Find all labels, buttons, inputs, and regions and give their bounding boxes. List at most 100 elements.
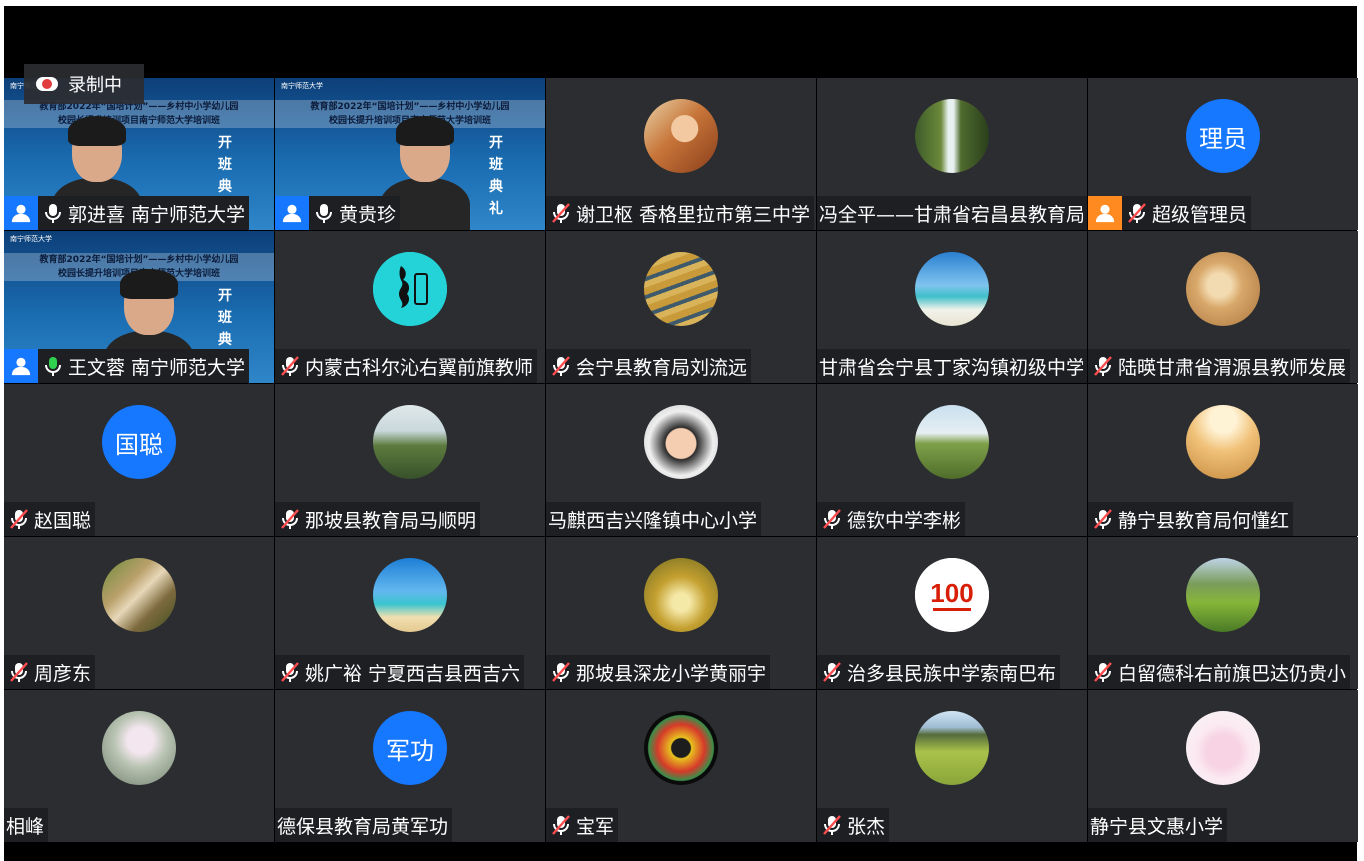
- sketch-portrait-avatar: [1186, 252, 1260, 326]
- recording-label: 录制中: [68, 75, 122, 96]
- cartoon-snail-avatar: [1186, 711, 1260, 785]
- mic-icon: [42, 201, 64, 225]
- participant-name: 甘肃省会宁县丁家沟镇初级中学: [819, 356, 1083, 379]
- participant-nameplate: 姚广裕 宁夏西吉县西吉六: [275, 655, 525, 689]
- participant-tile[interactable]: 谢卫枢 香格里拉市第三中学: [546, 78, 816, 230]
- stream-avatar: [102, 558, 176, 632]
- meadow-avatar: [1186, 558, 1260, 632]
- mic-muted-icon: [1092, 354, 1114, 378]
- participant-tile[interactable]: 内蒙古科尔沁右翼前旗教师: [275, 231, 545, 383]
- participant-tile[interactable]: 静宁县教育局何懂红: [1088, 384, 1358, 536]
- participant-tile[interactable]: 那坡县深龙小学黄丽宇: [546, 537, 816, 689]
- video-side-text: 开班典礼: [489, 135, 503, 217]
- rice-field-avatar: [915, 711, 989, 785]
- user-icon: [4, 196, 38, 230]
- participant-name: 宝军: [576, 815, 615, 838]
- participant-name: 周彦东: [34, 662, 92, 685]
- participant-nameplate: 马麒西吉兴隆镇中心小学: [546, 502, 762, 536]
- meeting-window: 录制中 南宁师范大学教育部2022年“国培计划”——乡村中小学幼儿园校园长提升培…: [4, 6, 1358, 861]
- mic-icon: [42, 354, 64, 378]
- grassland-avatar: [915, 405, 989, 479]
- mic-muted-icon: [821, 507, 843, 531]
- participant-tile[interactable]: 宝军: [546, 690, 816, 842]
- mountain-village-avatar: [373, 405, 447, 479]
- participant-name: 德保县教育局黄军功: [277, 815, 449, 838]
- participant-name: 白留德科右前旗巴达仍贵小: [1118, 662, 1347, 685]
- waterfall-avatar: [915, 99, 989, 173]
- avatar-initials: 理员: [1186, 99, 1260, 173]
- participant-name: 郭进喜 南宁师范大学: [68, 203, 246, 226]
- mic-muted-icon: [1092, 660, 1114, 684]
- participant-tile[interactable]: 甘肃省会宁县丁家沟镇初级中学: [817, 231, 1087, 383]
- participant-nameplate: 黄贵珍: [275, 196, 401, 230]
- mic-muted-icon: [8, 660, 30, 684]
- mic-muted-icon: [821, 813, 843, 837]
- participant-name: 冯全平——甘肃省宕昌县教育局: [819, 203, 1083, 226]
- participant-tile[interactable]: 马麒西吉兴隆镇中心小学: [546, 384, 816, 536]
- participant-tile[interactable]: 静宁县文惠小学: [1088, 690, 1358, 842]
- participant-tile[interactable]: 南宁师范大学教育部2022年“国培计划”——乡村中小学幼儿园校园长提升培训项目南…: [275, 78, 545, 230]
- recording-indicator[interactable]: 录制中: [24, 64, 144, 104]
- participant-nameplate: 谢卫枢 香格里拉市第三中学: [546, 196, 815, 230]
- participant-nameplate: 宝军: [546, 808, 619, 842]
- mic-muted-icon: [550, 660, 572, 684]
- participant-tile[interactable]: 会宁县教育局刘流远: [546, 231, 816, 383]
- autumn-road-avatar: [644, 558, 718, 632]
- participant-nameplate: 张杰: [817, 808, 890, 842]
- participant-nameplate: 相峰: [4, 808, 49, 842]
- participant-nameplate: 静宁县教育局何懂红: [1088, 502, 1294, 536]
- mic-muted-icon: [8, 507, 30, 531]
- participant-tile[interactable]: 相峰: [4, 690, 274, 842]
- mongolia-logo-avatar: [373, 252, 447, 326]
- mic-muted-icon: [279, 660, 301, 684]
- participant-name: 姚广裕 宁夏西吉县西吉六: [305, 662, 521, 685]
- participant-tile[interactable]: 理员超级管理员: [1088, 78, 1358, 230]
- avatar-initials: 军功: [373, 711, 447, 785]
- participant-tile[interactable]: 南宁师范大学教育部2022年“国培计划”——乡村中小学幼儿园校园长提升培训项目南…: [4, 231, 274, 383]
- participant-name: 那坡县深龙小学黄丽宇: [576, 662, 767, 685]
- participant-tile[interactable]: 军功德保县教育局黄军功: [275, 690, 545, 842]
- participant-nameplate: 内蒙古科尔沁右翼前旗教师: [275, 349, 538, 383]
- participant-nameplate: 那坡县深龙小学黄丽宇: [546, 655, 771, 689]
- participant-name: 赵国聪: [34, 509, 92, 532]
- mic-muted-icon: [1092, 507, 1114, 531]
- participant-name: 静宁县教育局何懂红: [1118, 509, 1290, 532]
- participant-name: 德钦中学李彬: [847, 509, 962, 532]
- participant-tile[interactable]: 周彦东: [4, 537, 274, 689]
- participant-nameplate: 会宁县教育局刘流远: [546, 349, 752, 383]
- avatar-initials: 国聪: [102, 405, 176, 479]
- participant-nameplate: 王文蓉 南宁师范大学: [4, 349, 250, 383]
- participant-name: 马麒西吉兴隆镇中心小学: [548, 509, 758, 532]
- participant-tile[interactable]: 国聪赵国聪: [4, 384, 274, 536]
- video-university-text: 南宁师范大学: [10, 235, 52, 243]
- terraced-fields-avatar: [644, 252, 718, 326]
- baby-photo-avatar: [644, 405, 718, 479]
- participant-nameplate: 德保县教育局黄军功: [275, 808, 453, 842]
- participant-name: 相峰: [6, 815, 45, 838]
- participant-nameplate: 甘肃省会宁县丁家沟镇初级中学: [817, 349, 1087, 383]
- video-university-text: 南宁师范大学: [281, 82, 323, 90]
- mic-muted-icon: [550, 813, 572, 837]
- participant-name: 张杰: [847, 815, 886, 838]
- mic-muted-icon: [279, 507, 301, 531]
- participant-tile[interactable]: 姚广裕 宁夏西吉县西吉六: [275, 537, 545, 689]
- recording-cloud-icon: [36, 77, 58, 91]
- user-icon: [275, 196, 309, 230]
- lotus-avatar: [102, 711, 176, 785]
- participant-tile[interactable]: 陆暎甘肃省渭源县教师发展: [1088, 231, 1358, 383]
- participant-tile[interactable]: 白留德科右前旗巴达仍贵小: [1088, 537, 1358, 689]
- participant-tile[interactable]: 德钦中学李彬: [817, 384, 1087, 536]
- participant-name: 王文蓉 南宁师范大学: [68, 356, 246, 379]
- deer-avatar: [1186, 405, 1260, 479]
- participant-tile[interactable]: 冯全平——甘肃省宕昌县教育局: [817, 78, 1087, 230]
- participant-nameplate: 那坡县教育局马顺明: [275, 502, 481, 536]
- participant-tile[interactable]: 张杰: [817, 690, 1087, 842]
- participant-nameplate: 治多县民族中学索南巴布: [817, 655, 1061, 689]
- participant-tile[interactable]: 那坡县教育局马顺明: [275, 384, 545, 536]
- participant-tile[interactable]: 100 治多县民族中学索南巴布: [817, 537, 1087, 689]
- participant-name: 超级管理员: [1152, 203, 1248, 226]
- participant-nameplate: 静宁县文惠小学: [1088, 808, 1228, 842]
- mic-muted-icon: [821, 660, 843, 684]
- party-100-logo-avatar: 100: [915, 558, 989, 632]
- participant-name: 谢卫枢 香格里拉市第三中学: [576, 203, 811, 226]
